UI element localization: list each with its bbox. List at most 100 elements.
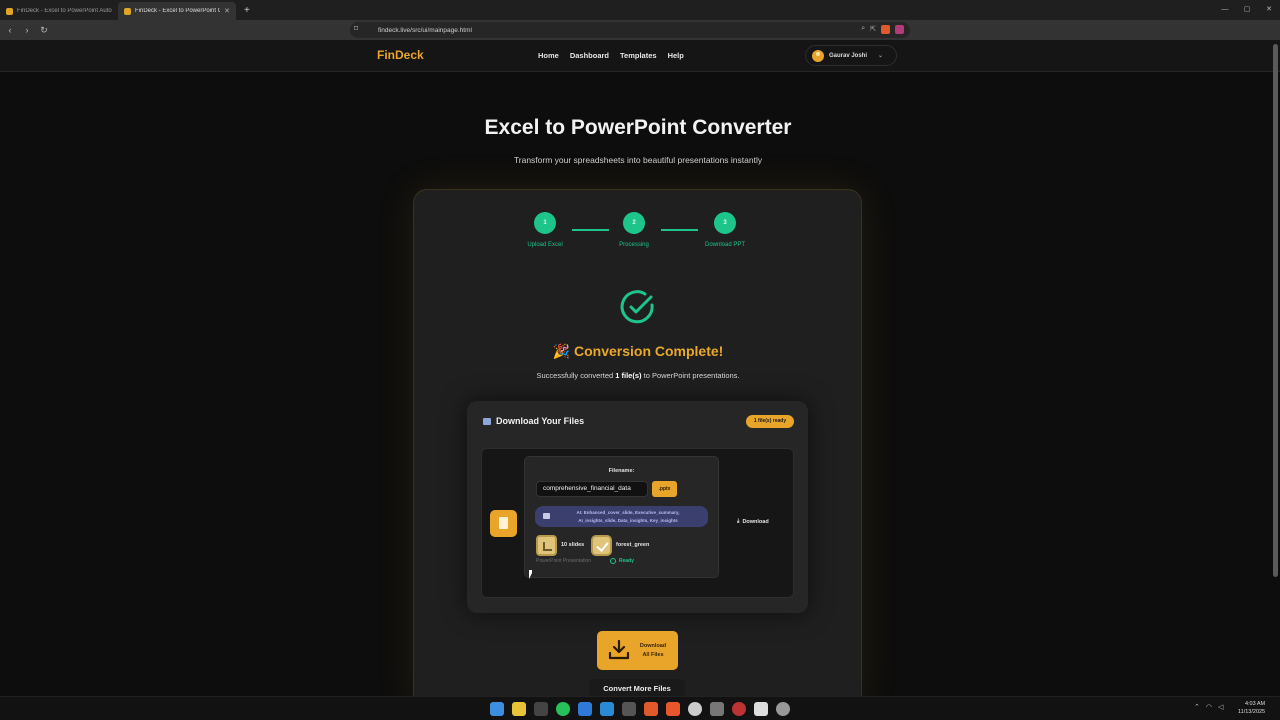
clock-time: 4:03 AM bbox=[1244, 701, 1266, 707]
filename-label: Filename: bbox=[608, 468, 635, 474]
address-bar[interactable]: findeck.live/src/ui/mainpage.html ⌕ ⇱ bbox=[350, 22, 910, 38]
volume-icon[interactable]: ◁ bbox=[1218, 703, 1223, 711]
download-all-label: Download All Files bbox=[634, 642, 672, 660]
page-subtitle: Transform your spreadsheets into beautif… bbox=[513, 155, 763, 165]
url-text: findeck.live/src/ui/mainpage.html bbox=[378, 26, 472, 34]
app-icon[interactable] bbox=[710, 702, 724, 716]
conversion-summary: Successfully converted 1 file(s) to Powe… bbox=[0, 371, 1276, 380]
filename-field[interactable]: comprehensive_financial_data bbox=[536, 481, 648, 497]
app-navbar: FinDeck Home Dashboard Templates Help Ga… bbox=[0, 40, 1280, 72]
step-number: 2 bbox=[623, 212, 645, 234]
tray-chevron-icon[interactable]: ⌃ bbox=[1194, 703, 1200, 711]
office-icon[interactable] bbox=[644, 702, 658, 716]
settings-icon[interactable] bbox=[776, 702, 790, 716]
ready-status: Ready bbox=[619, 558, 635, 564]
minimize-icon[interactable]: — bbox=[1214, 0, 1236, 20]
download-all-line1: Download bbox=[639, 643, 667, 649]
ready-dot-icon bbox=[610, 558, 616, 564]
robot-icon bbox=[543, 513, 550, 519]
taskbar-apps bbox=[490, 702, 790, 716]
download-all-icon bbox=[608, 639, 630, 660]
summary-count: 1 file(s) bbox=[615, 371, 642, 380]
ai-features-text: AI: Enhanced_cover_slide, Executive_summ… bbox=[556, 509, 700, 525]
user-menu[interactable]: Gaurav Joshi ⌄ bbox=[805, 45, 897, 66]
file-explorer-icon[interactable] bbox=[512, 702, 526, 716]
browser-toolbar: ‹ › ↻ findeck.live/src/ui/mainpage.html … bbox=[0, 20, 1280, 54]
avatar bbox=[812, 49, 824, 62]
step-label: Download PPT bbox=[704, 242, 746, 248]
download-all-line2: All Files bbox=[642, 652, 664, 658]
file-type: PowerPoint Presentation bbox=[536, 558, 592, 564]
step-download: 3 Download PPT bbox=[685, 212, 765, 248]
extension-badge: .pptx bbox=[652, 481, 677, 497]
step-number: 1 bbox=[534, 212, 556, 234]
reload-icon[interactable]: ↻ bbox=[37, 25, 51, 36]
chrome-icon[interactable] bbox=[732, 702, 746, 716]
wifi-icon[interactable]: ◠ bbox=[1206, 703, 1212, 711]
nav-link-templates[interactable]: Templates bbox=[620, 51, 657, 60]
app-icon[interactable] bbox=[688, 702, 702, 716]
address-bar-icons: ⌕ ⇱ bbox=[861, 25, 904, 34]
system-tray: ⌃ ◠ ◁ bbox=[1194, 703, 1223, 711]
brave-shield-icon[interactable] bbox=[881, 25, 890, 34]
share-icon[interactable]: ⇱ bbox=[870, 25, 876, 34]
tab-title: FinDeck - Excel to PowerPoint Autom bbox=[17, 8, 112, 14]
close-tab-icon[interactable]: ✕ bbox=[224, 7, 230, 15]
ai-features-line1: AI: Enhanced_cover_slide, Executive_summ… bbox=[576, 510, 680, 515]
download-icon: ⤓ bbox=[737, 518, 740, 524]
file-icon bbox=[490, 510, 517, 537]
windows-start-icon[interactable] bbox=[490, 702, 504, 716]
bookmark-icon[interactable]: ⌑ bbox=[354, 24, 358, 33]
nav-link-dashboard[interactable]: Dashboard bbox=[570, 51, 609, 60]
store-icon[interactable] bbox=[534, 702, 548, 716]
whatsapp-icon[interactable] bbox=[556, 702, 570, 716]
browser-tab-active[interactable]: FinDeck - Excel to PowerPoint Co ✕ bbox=[118, 2, 236, 20]
chart-icon bbox=[536, 535, 557, 556]
back-icon[interactable]: ‹ bbox=[3, 25, 17, 35]
edge-icon[interactable] bbox=[578, 702, 592, 716]
vscode-icon[interactable] bbox=[600, 702, 614, 716]
browser-tabbar: FinDeck - Excel to PowerPoint Autom FinD… bbox=[0, 0, 1280, 20]
window-controls: — ▢ ✕ bbox=[1214, 0, 1280, 20]
findeck-favicon-icon bbox=[6, 7, 13, 15]
new-tab-icon[interactable]: + bbox=[244, 5, 250, 16]
conversion-complete-title: 🎉 Conversion Complete! bbox=[552, 343, 724, 359]
summary-suffix: to PowerPoint presentations. bbox=[641, 371, 740, 380]
zoom-icon[interactable]: ⌕ bbox=[861, 25, 865, 34]
forward-icon[interactable]: › bbox=[20, 25, 34, 35]
download-heading-text: Download Your Files bbox=[496, 416, 585, 426]
nav-link-help[interactable]: Help bbox=[668, 51, 684, 60]
folder-icon bbox=[483, 417, 491, 425]
nav-link-home[interactable]: Home bbox=[538, 51, 559, 60]
brave-icon[interactable] bbox=[666, 702, 680, 716]
terminal-icon[interactable] bbox=[622, 702, 636, 716]
brand-logo[interactable]: FinDeck bbox=[377, 48, 424, 62]
step-number: 3 bbox=[714, 212, 736, 234]
theme-name: forest_green bbox=[616, 542, 650, 548]
clock[interactable]: 4:03 AM 11/13/2025 bbox=[1238, 700, 1265, 716]
chevron-down-icon: ⌄ bbox=[878, 53, 884, 59]
convert-more-button[interactable]: Convert More Files bbox=[589, 679, 685, 697]
download-heading: Download Your Files bbox=[483, 416, 584, 426]
ai-features-line2: AI_insights_slide, Data_insights, Key_in… bbox=[578, 518, 678, 523]
browser-tab[interactable]: FinDeck - Excel to PowerPoint Autom bbox=[0, 2, 118, 20]
page-title: Excel to PowerPoint Converter bbox=[484, 116, 792, 139]
status-badge: 1 file(s) ready bbox=[746, 415, 794, 428]
maximize-icon[interactable]: ▢ bbox=[1236, 0, 1258, 20]
theme-check-icon bbox=[591, 535, 612, 556]
close-window-icon[interactable]: ✕ bbox=[1258, 0, 1280, 20]
mouse-cursor-icon bbox=[529, 570, 532, 579]
success-check-icon bbox=[620, 290, 654, 324]
download-button[interactable]: ⤓ Download bbox=[737, 518, 769, 525]
summary-prefix: Successfully converted bbox=[536, 371, 616, 380]
taskbar: ⌃ ◠ ◁ 4:03 AM 11/13/2025 bbox=[0, 696, 1280, 720]
step-label: Upload Excel bbox=[527, 242, 563, 248]
download-label: Download bbox=[742, 518, 769, 525]
findeck-favicon-icon bbox=[124, 7, 131, 15]
scrollbar[interactable] bbox=[1273, 44, 1278, 577]
clock-date: 11/13/2025 bbox=[1238, 709, 1266, 715]
app-icon[interactable] bbox=[754, 702, 768, 716]
nav-links: Home Dashboard Templates Help bbox=[538, 51, 684, 60]
user-name: Gaurav Joshi bbox=[829, 52, 868, 59]
brave-rewards-icon[interactable] bbox=[895, 25, 904, 34]
